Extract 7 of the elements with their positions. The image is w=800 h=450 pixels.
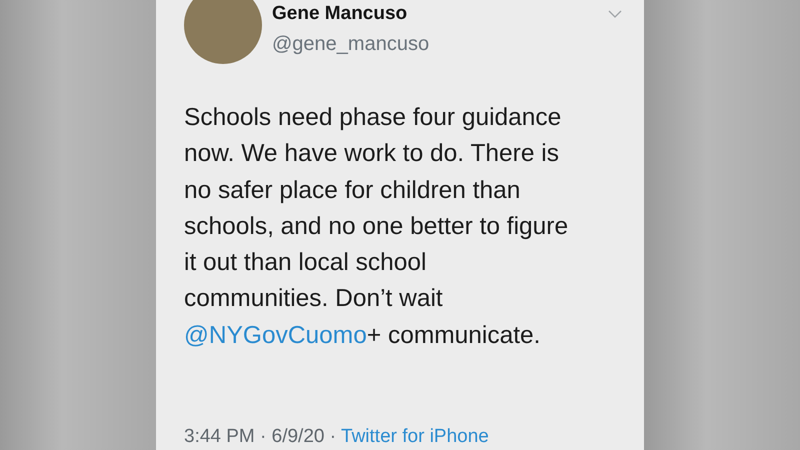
tweet-timestamp: 3:44 PM · 6/9/20 · Twitter for iPhone xyxy=(184,425,490,449)
author-name: Gene Mancuso xyxy=(272,2,408,26)
author-handle: @gene_mancuso xyxy=(272,32,430,57)
chevron-down-icon[interactable] xyxy=(608,10,622,18)
mention-link[interactable]: @NYGovCuomo xyxy=(184,322,367,349)
source-link[interactable]: Twitter for iPhone xyxy=(341,426,489,447)
tweet-text: Schools need phase four guidance now. We have work to do. There is no safer place for children than schools, and no one better to figure it out than local school communities. Don’t wait @NYGovCuomo+ communicate. xyxy=(184,103,570,351)
